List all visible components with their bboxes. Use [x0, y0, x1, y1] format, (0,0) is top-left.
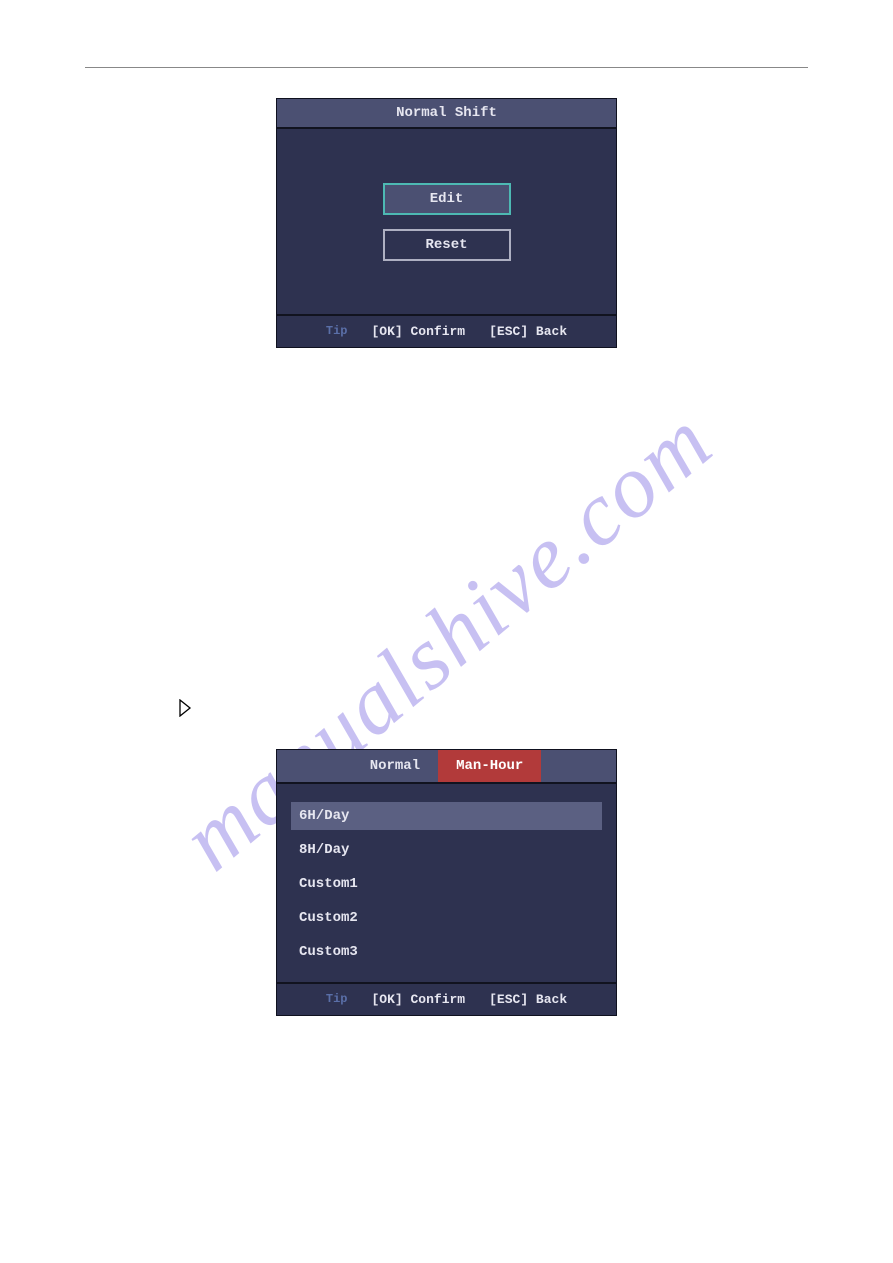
page-header: User Manual of Access Control Terminal	[85, 45, 808, 68]
header-manual-title: User Manual of Access Control Terminal	[85, 45, 298, 59]
figure-caption-2: Figure 9-5 Man-Hour Shift Interface	[85, 1031, 808, 1047]
edit-button[interactable]: Edit	[383, 183, 511, 215]
tab-spacer-left	[277, 750, 352, 782]
step-1: 1. Press the key to enter the Man-Hour S…	[85, 682, 808, 735]
paragraph-reset: Reset: Reset the shift information to th…	[85, 458, 808, 484]
tab-spacer-right	[541, 750, 616, 782]
dialog-footer-2: Tip [OK] Confirm [ESC] Back	[277, 982, 616, 1015]
shift-list: 6H/Day 8H/Day Custom1 Custom2 Custom3	[277, 784, 616, 982]
dialog-footer: Tip [OK] Confirm [ESC] Back	[277, 314, 616, 347]
esc-back-hint: [ESC] Back	[489, 324, 567, 339]
reset-button[interactable]: Reset	[383, 229, 511, 261]
ok-confirm-hint: [OK] Confirm	[371, 324, 465, 339]
steps-label: Steps:	[85, 645, 808, 671]
step-2: 2. Select a shift in the list.	[85, 1069, 808, 1085]
figure-caption-1: Figure 9-4 Normal Shift Interface	[85, 363, 808, 379]
list-item[interactable]: 8H/Day	[291, 836, 602, 864]
paragraph-note: By default, the normal shift attendance …	[85, 533, 808, 586]
tab-bar: Normal Man-Hour	[277, 750, 616, 784]
paragraph-edit: Edit: Edit the normal shift attendance i…	[85, 401, 808, 454]
list-item[interactable]: Custom2	[291, 904, 602, 932]
list-item[interactable]: 6H/Day	[291, 802, 602, 830]
page-content: User Manual of Access Control Terminal N…	[0, 0, 893, 1085]
list-item[interactable]: Custom1	[291, 870, 602, 898]
footer-tip: Tip	[326, 324, 348, 339]
heading-man-hour-shift: 9.2.2 Man-Hour Shift	[85, 603, 808, 629]
tab-normal[interactable]: Normal	[352, 750, 438, 782]
screenshot-man-hour-shift: Normal Man-Hour 6H/Day 8H/Day Custom1 Cu…	[276, 749, 617, 1016]
page-footer: 62	[85, 1199, 808, 1213]
list-item[interactable]: Custom3	[291, 938, 602, 966]
ok-confirm-hint-2: [OK] Confirm	[371, 992, 465, 1007]
step-1-suffix: key to enter the Man-Hour Shift interfac…	[200, 695, 502, 721]
footer-tip-2: Tip	[326, 992, 348, 1007]
esc-back-hint-2: [ESC] Back	[489, 992, 567, 1007]
footer-page-number: 62	[795, 1199, 808, 1213]
screenshot-normal-shift: Normal Shift Edit Reset Tip [OK] Confirm…	[276, 98, 617, 348]
right-arrow-icon	[178, 699, 192, 717]
dialog-title: Normal Shift	[277, 99, 616, 129]
step-1-prefix: 1. Press the	[85, 682, 170, 735]
note-label: Note:	[85, 502, 808, 528]
dialog-body: Edit Reset	[277, 129, 616, 314]
tab-man-hour[interactable]: Man-Hour	[438, 750, 541, 782]
